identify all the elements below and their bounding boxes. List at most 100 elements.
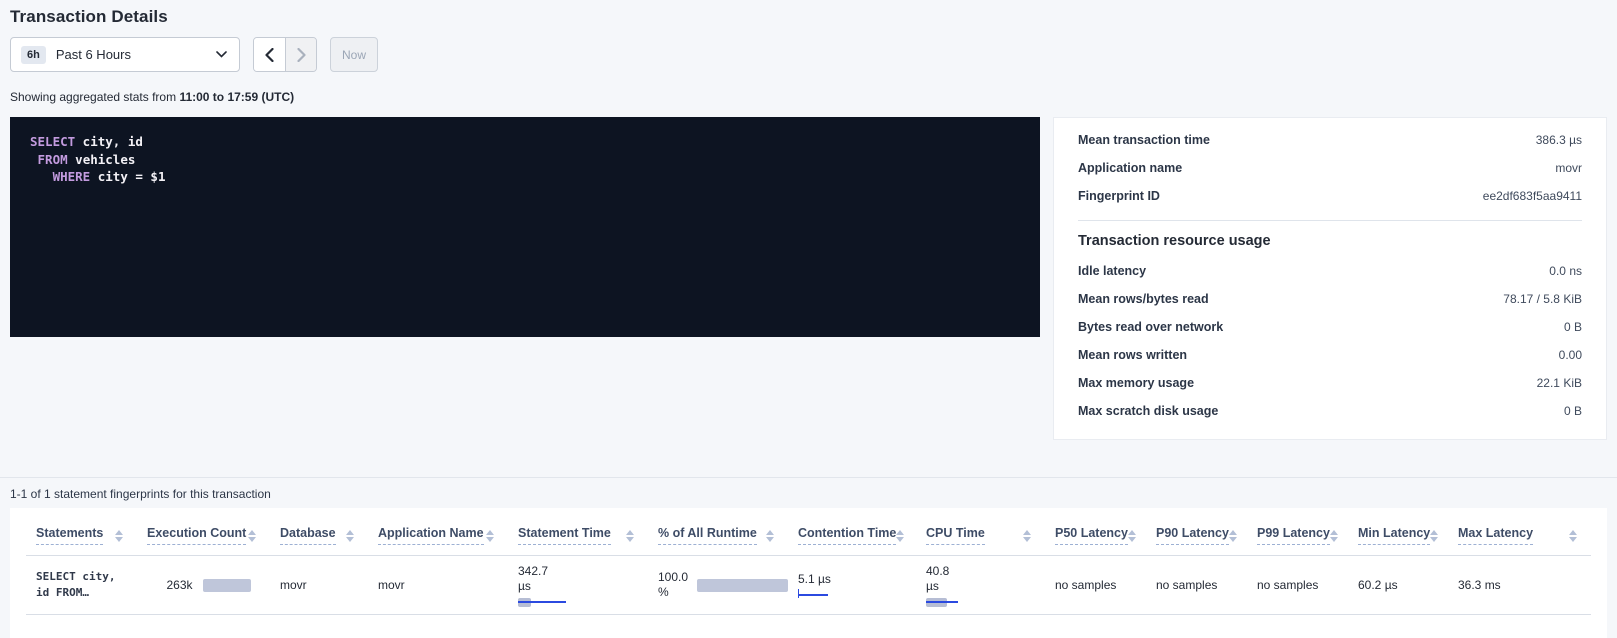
- column-header-statements[interactable]: Statements: [26, 520, 137, 555]
- column-header-min-latency[interactable]: Min Latency: [1348, 520, 1448, 555]
- prev-time-button[interactable]: [254, 38, 285, 71]
- p50-latency-cell: no samples: [1045, 556, 1146, 614]
- p90-latency-cell: no samples: [1146, 556, 1247, 614]
- column-header-label: P50 Latency: [1055, 526, 1128, 545]
- contention-time-cell: 5.1 µs: [788, 556, 916, 614]
- column-header-label: Contention Time: [798, 526, 896, 545]
- column-header-label: P90 Latency: [1156, 526, 1229, 545]
- kv-label: Mean transaction time: [1078, 133, 1210, 147]
- stats-note-prefix: Showing aggregated stats from: [10, 90, 179, 104]
- statement-text-line2: id FROM…: [36, 585, 137, 601]
- column-header-application-name[interactable]: Application Name: [368, 520, 508, 555]
- kv-label: Bytes read over network: [1078, 320, 1223, 334]
- kv-value: movr: [1555, 161, 1582, 175]
- sort-icon: [248, 530, 256, 542]
- column-header-label: Statement Time: [518, 526, 611, 545]
- runtime-value: 100.0 %: [658, 570, 689, 600]
- column-header-p50-latency[interactable]: P50 Latency: [1045, 520, 1146, 555]
- now-button[interactable]: Now: [330, 37, 378, 72]
- card-divider: [1078, 220, 1582, 221]
- execution-count-value: 263k: [166, 578, 192, 592]
- chevron-left-icon: [265, 48, 274, 62]
- column-header-label: Min Latency: [1358, 526, 1430, 545]
- resource-row: Mean rows/bytes read78.17 / 5.8 KiB: [1078, 285, 1582, 313]
- column-header-execution-count[interactable]: Execution Count: [137, 520, 270, 555]
- chevron-down-icon: [216, 51, 227, 58]
- column-header-statement-time[interactable]: Statement Time: [508, 520, 648, 555]
- column-header-label: Database: [280, 526, 336, 545]
- time-range-badge: 6h: [21, 46, 46, 64]
- resource-rows: Idle latency 0.0 ns Mean rows/bytes read78…: [1078, 257, 1582, 425]
- sort-icon: [1430, 530, 1438, 542]
- column-header-max-latency[interactable]: Max Latency: [1448, 520, 1591, 555]
- cpu-time-bar: [926, 598, 961, 607]
- sort-icon: [626, 530, 634, 542]
- resource-row: Bytes read over network0 B: [1078, 313, 1582, 341]
- table-row: SELECT city, id FROM… 263k movr movr 342…: [26, 556, 1591, 615]
- cpu-time-value: 40.8 µs: [926, 564, 960, 594]
- column-header-label: Statements: [36, 526, 103, 545]
- kv-value: 0.00: [1559, 348, 1582, 362]
- sort-icon: [1330, 530, 1338, 542]
- column-header-label: Max Latency: [1458, 526, 1533, 545]
- contention-time-value: 5.1 µs: [798, 572, 916, 586]
- kv-value: 0 B: [1564, 404, 1582, 418]
- main-content: SELECT city, id FROM vehicles WHERE city…: [10, 117, 1607, 440]
- column-header-label: % of All Runtime: [658, 526, 757, 545]
- column-header-label: Application Name: [378, 526, 484, 545]
- time-range-label: Past 6 Hours: [56, 47, 216, 62]
- sort-icon: [1128, 530, 1136, 542]
- resource-row: Mean rows written 0.00: [1078, 341, 1582, 369]
- page-title: Transaction Details: [10, 7, 1607, 27]
- column-header-p90-latency[interactable]: P90 Latency: [1146, 520, 1247, 555]
- statements-table: Statements Execution Count Database Applica…: [10, 508, 1607, 638]
- column-header-contention-time[interactable]: Contention Time: [788, 520, 916, 555]
- sort-icon: [896, 530, 904, 542]
- cpu-time-cell: 40.8 µs: [916, 556, 1045, 614]
- resource-row: Max scratch disk usage 0 B: [1078, 397, 1582, 425]
- summary-row: Fingerprint ID ee2df683f5aa9411: [1078, 182, 1582, 210]
- column-header-database[interactable]: Database: [270, 520, 368, 555]
- contention-time-bar: [798, 589, 828, 598]
- stats-note: Showing aggregated stats from 11:00 to 1…: [10, 90, 1607, 104]
- execution-count-bar: [203, 579, 251, 592]
- statement-time-value: 342.7 µs: [518, 564, 562, 594]
- kv-value: ee2df683f5aa9411: [1483, 189, 1582, 203]
- stats-note-range: 11:00 to 17:59 (UTC): [179, 90, 294, 104]
- runtime-bar: [697, 579, 789, 592]
- column-header-p99-latency[interactable]: P99 Latency: [1247, 520, 1348, 555]
- kv-label: Application name: [1078, 161, 1182, 175]
- transaction-details-card: Mean transaction time 386.3 µs Application…: [1053, 117, 1607, 440]
- execution-count-cell: 263k: [137, 556, 270, 614]
- column-header-label: Execution Count: [147, 526, 246, 545]
- kv-label: Max scratch disk usage: [1078, 404, 1218, 418]
- database-cell: movr: [270, 556, 368, 614]
- sql-line: FROM vehicles: [30, 151, 1020, 169]
- sort-icon: [1569, 530, 1577, 542]
- sort-icon: [115, 530, 123, 542]
- resource-row: Idle latency 0.0 ns: [1078, 257, 1582, 285]
- p99-latency-cell: no samples: [1247, 556, 1348, 614]
- resource-usage-heading: Transaction resource usage: [1078, 233, 1582, 249]
- kv-label: Mean rows/bytes read: [1078, 292, 1209, 306]
- kv-label: Mean rows written: [1078, 348, 1187, 362]
- statements-cell[interactable]: SELECT city, id FROM…: [26, 556, 137, 614]
- time-range-select[interactable]: 6h Past 6 Hours: [10, 37, 240, 72]
- statement-time-cell: 342.7 µs: [508, 556, 648, 614]
- kv-label: Idle latency: [1078, 264, 1146, 278]
- summary-row: Application name movr: [1078, 154, 1582, 182]
- sql-box: SELECT city, id FROM vehicles WHERE city…: [10, 117, 1040, 337]
- sql-code: SELECT city, id FROM vehicles WHERE city…: [30, 133, 1020, 186]
- next-time-button[interactable]: [285, 38, 316, 71]
- resource-row: Max memory usage22.1 KiB: [1078, 369, 1582, 397]
- kv-value: 0.0 ns: [1549, 264, 1582, 278]
- column-header-of-all-runtime[interactable]: % of All Runtime: [648, 520, 788, 555]
- fingerprints-count-note: 1-1 of 1 statement fingerprints for this…: [10, 487, 1607, 501]
- sql-line: SELECT city, id: [30, 133, 1020, 151]
- kv-value: 386.3 µs: [1536, 133, 1582, 147]
- runtime-cell: 100.0 %: [648, 556, 788, 614]
- kv-label: Fingerprint ID: [1078, 189, 1160, 203]
- sort-icon: [486, 530, 494, 542]
- time-nav-group: [253, 37, 317, 72]
- column-header-cpu-time[interactable]: CPU Time: [916, 520, 1045, 555]
